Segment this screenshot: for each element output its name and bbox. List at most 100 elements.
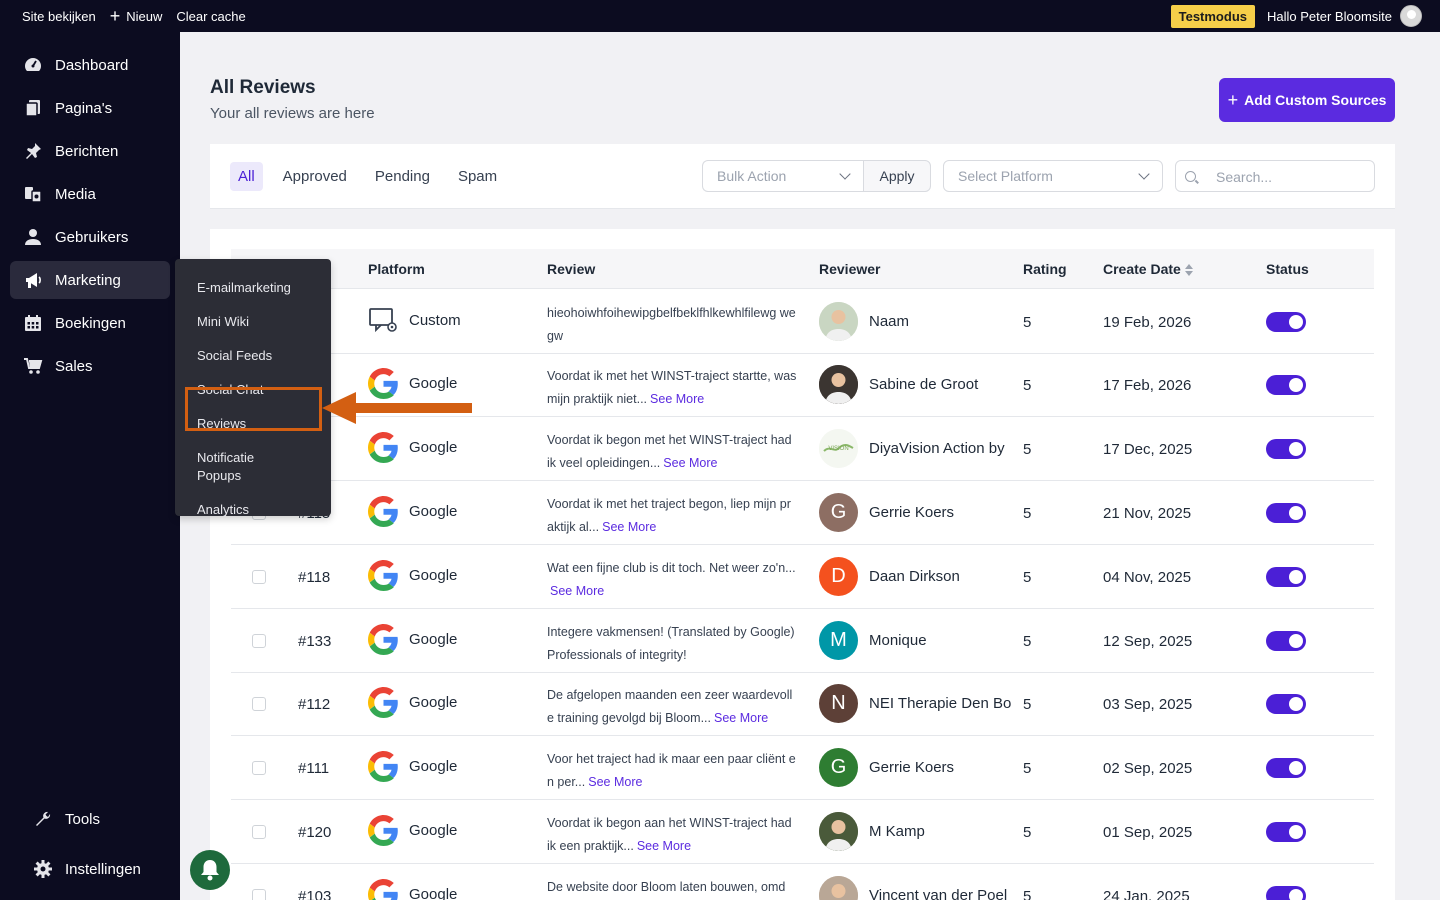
avatar [819, 365, 858, 404]
see-more-link[interactable]: See More [637, 839, 691, 853]
row-checkbox[interactable] [252, 570, 266, 584]
submenu-item-social-chat[interactable]: Social Chat [175, 379, 331, 401]
reviewer-name: DiyaVision Action by [869, 440, 1005, 457]
sidebar-item-label: Boekingen [55, 314, 126, 332]
row-checkbox[interactable] [252, 634, 266, 648]
rating-value: 5 [1023, 696, 1032, 713]
status-toggle[interactable] [1266, 822, 1306, 842]
reviewer-cell: M Monique [819, 621, 1011, 660]
submenu-item-analytics[interactable]: Analytics [175, 499, 331, 521]
tab-spam[interactable]: Spam [450, 162, 505, 191]
row-checkbox[interactable] [252, 761, 266, 775]
submenu-item-notificatie-popups[interactable]: Notificatie Popups [175, 447, 285, 487]
avatar [819, 302, 858, 341]
table-header: Platform Review Reviewer Rating Create D… [231, 249, 1374, 289]
submenu-item-mini-wiki[interactable]: Mini Wiki [175, 311, 331, 333]
view-site-link[interactable]: Site bekijken [15, 0, 103, 32]
platform-cell: Google [368, 687, 457, 718]
reviewer-cell: N NEI Therapie Den Bosch [819, 684, 1011, 723]
row-checkbox[interactable] [252, 889, 266, 900]
status-tabs: All Approved Pending Spam [230, 162, 513, 191]
sidebar-item-instellingen[interactable]: Instellingen [10, 850, 170, 888]
reviewer-name: M Kamp [869, 823, 925, 840]
row-checkbox[interactable] [252, 825, 266, 839]
sidebar-item-pagina-s[interactable]: Pagina's [10, 89, 170, 127]
status-toggle[interactable] [1266, 694, 1306, 714]
row-checkbox[interactable] [252, 697, 266, 711]
sidebar-item-dashboard[interactable]: Dashboard [10, 46, 170, 84]
platform-select[interactable]: Select Platform [943, 160, 1163, 192]
sidebar-item-label: Dashboard [55, 56, 129, 74]
page-subtitle: Your all reviews are here [210, 105, 375, 122]
create-date: 03 Sep, 2025 [1103, 696, 1193, 713]
account-menu[interactable]: Hallo Peter Bloomsite [1267, 5, 1422, 27]
tab-pending[interactable]: Pending [367, 162, 438, 191]
table-row: #103 Google De website door Bloom laten … [231, 864, 1374, 900]
status-toggle[interactable] [1266, 375, 1306, 395]
add-custom-sources-button[interactable]: + Add Custom Sources [1219, 78, 1395, 122]
reviewer-cell: Sabine de Groot [819, 365, 1011, 404]
submenu-item-reviews[interactable]: Reviews [175, 413, 331, 435]
reviewer-name: NEI Therapie Den Bosch [869, 695, 1011, 712]
review-text: Voor het traject had ik maar een paar cl… [547, 752, 796, 789]
status-toggle[interactable] [1266, 758, 1306, 778]
sort-icon[interactable] [1184, 264, 1193, 277]
see-more-link[interactable]: See More [650, 392, 704, 406]
header-create-date[interactable]: Create Date [1103, 261, 1193, 277]
sidebar-item-sales[interactable]: Sales [10, 347, 170, 385]
platform-cell: Google [368, 432, 457, 463]
search-input[interactable] [1216, 167, 1366, 187]
status-toggle[interactable] [1266, 886, 1306, 900]
platform-cell: Google [368, 815, 457, 846]
review-id: #112 [298, 696, 331, 713]
see-more-link[interactable]: See More [550, 584, 604, 598]
table-row: #133 Google Integere vakmensen! (Transla… [231, 609, 1374, 673]
platform-placeholder: Select Platform [958, 168, 1053, 184]
see-more-link[interactable]: See More [714, 711, 768, 725]
see-more-link[interactable]: See More [588, 775, 642, 789]
google-logo-icon [368, 751, 398, 782]
reviewer-name: Sabine de Groot [869, 376, 979, 393]
status-toggle[interactable] [1266, 503, 1306, 523]
status-toggle[interactable] [1266, 631, 1306, 651]
new-label: Nieuw [126, 8, 163, 24]
avatar: VISION [819, 429, 858, 468]
sidebar-item-media[interactable]: Media [10, 175, 170, 213]
submenu-item-social-feeds[interactable]: Social Feeds [175, 345, 331, 367]
tab-approved[interactable]: Approved [275, 162, 355, 191]
user-icon [23, 227, 43, 247]
review-cell: Voordat ik begon met het WINST-traject h… [547, 429, 797, 475]
platform-cell: Google [368, 751, 457, 782]
cart-icon [23, 356, 43, 376]
google-logo-icon [368, 496, 398, 527]
see-more-link[interactable]: See More [663, 456, 717, 470]
create-date: 19 Feb, 2026 [1103, 314, 1192, 331]
clear-cache-button[interactable]: Clear cache [169, 0, 252, 32]
new-menu[interactable]: + Nieuw [103, 0, 170, 32]
see-more-link[interactable]: See More [602, 520, 656, 534]
testmode-badge[interactable]: Testmodus [1170, 4, 1255, 28]
status-toggle[interactable] [1266, 567, 1306, 587]
apply-button[interactable]: Apply [863, 160, 931, 192]
submenu-item-e-mailmarketing[interactable]: E-mailmarketing [175, 277, 331, 299]
status-toggle[interactable] [1266, 312, 1306, 332]
rating-value: 5 [1023, 888, 1032, 900]
sidebar-item-berichten[interactable]: Berichten [10, 132, 170, 170]
sidebar-item-marketing[interactable]: Marketing [10, 261, 170, 299]
sidebar-item-tools[interactable]: Tools [10, 800, 170, 838]
reviewer-photo-icon [819, 365, 858, 404]
reviews-table: Platform Review Reviewer Rating Create D… [210, 229, 1395, 900]
tab-all[interactable]: All [230, 162, 263, 191]
marketing-submenu: E-mailmarketing Mini Wiki Social Feeds Soci… [175, 259, 331, 517]
reviewer-cell: VISION DiyaVision Action by [819, 429, 1011, 468]
bulk-action-select[interactable]: Bulk Action [702, 160, 863, 192]
notification-bell-button[interactable] [190, 850, 230, 890]
sidebar-item-gebruikers[interactable]: Gebruikers [10, 218, 170, 256]
sidebar-item-boekingen[interactable]: Boekingen [10, 304, 170, 342]
reviewer-logo-icon: VISION [819, 429, 858, 468]
review-id: #103 [298, 888, 332, 900]
status-toggle[interactable] [1266, 439, 1306, 459]
reviewer-photo-icon [819, 302, 858, 341]
rating-value: 5 [1023, 377, 1032, 394]
create-date: 21 Nov, 2025 [1103, 505, 1192, 522]
